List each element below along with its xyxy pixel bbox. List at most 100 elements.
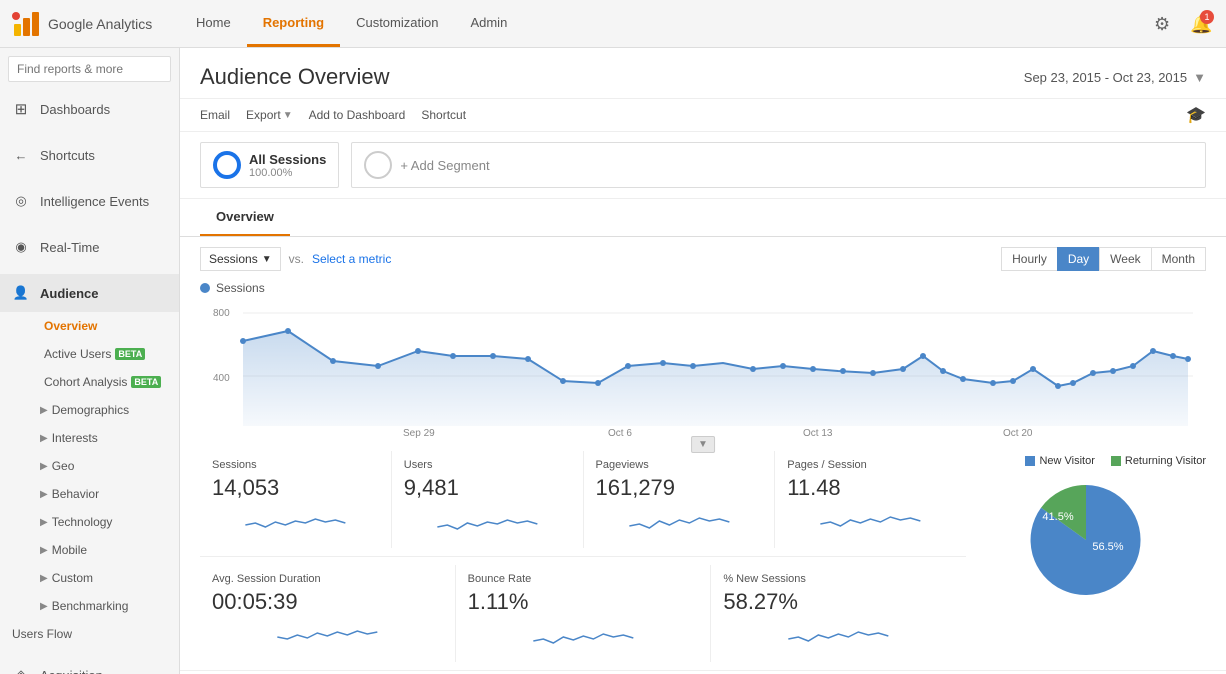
sidebar-subitem-geo[interactable]: ▶ Geo bbox=[0, 452, 179, 480]
acquisition-label: Acquisition bbox=[40, 668, 103, 674]
sidebar-subitem-benchmarking[interactable]: ▶ Benchmarking bbox=[0, 592, 179, 620]
segments-row: All Sessions 100.00% + Add Segment bbox=[180, 132, 1226, 199]
pie-legend: New Visitor Returning Visitor bbox=[1025, 455, 1206, 467]
date-range-picker[interactable]: Sep 23, 2015 - Oct 23, 2015 ▼ bbox=[1024, 70, 1206, 85]
sidebar-subitem-demographics[interactable]: ▶ Demographics bbox=[0, 396, 179, 424]
sidebar: ⊞ Dashboards ← Shortcuts ◎ Intelligence … bbox=[0, 48, 180, 674]
metrics-row-1: Sessions 14,053 Users 9,481 bbox=[200, 451, 966, 557]
active-users-beta-badge: BETA bbox=[115, 348, 145, 360]
benchmarking-label: Benchmarking bbox=[52, 599, 129, 613]
time-week[interactable]: Week bbox=[1099, 247, 1151, 271]
chart-expand-button[interactable]: ▼ bbox=[691, 436, 715, 453]
sidebar-subitem-cohort[interactable]: Cohort Analysis BETA bbox=[0, 368, 179, 396]
ga-logo-icon bbox=[12, 10, 40, 38]
avg-duration-value: 00:05:39 bbox=[212, 589, 443, 615]
sidebar-subitem-active-users[interactable]: Active Users BETA bbox=[0, 340, 179, 368]
geo-label: Geo bbox=[52, 459, 75, 473]
metrics-pie-row: Sessions 14,053 Users 9,481 bbox=[180, 451, 1226, 670]
sidebar-item-acquisition[interactable]: ◈ Acquisition bbox=[0, 656, 179, 674]
shortcuts-label: Shortcuts bbox=[40, 148, 95, 163]
mobile-label: Mobile bbox=[52, 543, 87, 557]
cohort-beta-badge: BETA bbox=[131, 376, 161, 388]
segment-circle bbox=[213, 151, 241, 179]
select-metric-link[interactable]: Select a metric bbox=[312, 252, 391, 266]
all-sessions-segment[interactable]: All Sessions 100.00% bbox=[200, 142, 339, 188]
add-dashboard-button[interactable]: Add to Dashboard bbox=[309, 108, 406, 122]
email-button[interactable]: Email bbox=[200, 108, 230, 122]
bounce-rate-sparkline bbox=[468, 621, 699, 651]
sessions-chart: 800 400 Sep 29 Oct 6 Oct 13 Oct 20 bbox=[200, 301, 1206, 441]
printer-icon[interactable]: 🎓 bbox=[1186, 105, 1206, 125]
metric-dropdown[interactable]: Sessions ▼ bbox=[200, 247, 281, 271]
time-hourly[interactable]: Hourly bbox=[1001, 247, 1058, 271]
sidebar-subitem-mobile[interactable]: ▶ Mobile bbox=[0, 536, 179, 564]
sidebar-subitem-interests[interactable]: ▶ Interests bbox=[0, 424, 179, 452]
sidebar-item-dashboards[interactable]: ⊞ Dashboards bbox=[0, 90, 179, 128]
sidebar-subitem-overview[interactable]: Overview bbox=[0, 312, 179, 340]
sidebar-item-shortcuts[interactable]: ← Shortcuts bbox=[0, 136, 179, 174]
sidebar-item-audience[interactable]: 👤 Audience bbox=[0, 274, 179, 312]
time-day[interactable]: Day bbox=[1057, 247, 1100, 271]
metric-pageviews: Pageviews 161,279 bbox=[584, 451, 776, 548]
tab-overview[interactable]: Overview bbox=[200, 199, 290, 236]
notifications-icon[interactable]: 🔔 1 bbox=[1190, 14, 1210, 34]
nav-home[interactable]: Home bbox=[180, 0, 247, 47]
metric-bounce-rate: Bounce Rate 1.11% bbox=[456, 565, 712, 662]
shortcut-button[interactable]: Shortcut bbox=[421, 108, 466, 122]
users-value: 9,481 bbox=[404, 475, 571, 501]
custom-label: Custom bbox=[52, 571, 93, 585]
export-arrow: ▼ bbox=[283, 110, 293, 121]
active-users-label: Active Users bbox=[44, 347, 111, 361]
add-segment-label: + Add Segment bbox=[400, 158, 489, 173]
benchmarking-triangle: ▶ bbox=[40, 601, 48, 612]
report-toolbar: Email Export ▼ Add to Dashboard Shortcut… bbox=[180, 99, 1226, 132]
svg-text:Oct 13: Oct 13 bbox=[803, 428, 833, 439]
sidebar-item-realtime[interactable]: ◉ Real-Time bbox=[0, 228, 179, 266]
sidebar-subitem-custom[interactable]: ▶ Custom bbox=[0, 564, 179, 592]
sessions-sparkline bbox=[212, 507, 379, 537]
time-buttons: Hourly Day Week Month bbox=[1002, 247, 1206, 271]
chart-svg-container: 800 400 Sep 29 Oct 6 Oct 13 Oct 20 bbox=[200, 301, 1206, 441]
overview-label: Overview bbox=[44, 319, 97, 333]
svg-text:800: 800 bbox=[213, 308, 230, 319]
sidebar-search-area bbox=[0, 48, 179, 90]
export-button[interactable]: Export bbox=[246, 108, 281, 122]
report-header: Audience Overview Sep 23, 2015 - Oct 23,… bbox=[180, 48, 1226, 99]
chart-legend: Sessions bbox=[200, 281, 1206, 301]
dashboards-label: Dashboards bbox=[40, 102, 110, 117]
logo-text: Google Analytics bbox=[48, 16, 152, 32]
svg-text:Sep 29: Sep 29 bbox=[403, 428, 435, 439]
acquisition-icon: ◈ bbox=[12, 666, 30, 674]
nav-admin[interactable]: Admin bbox=[454, 0, 523, 47]
metric-sessions: Sessions 14,053 bbox=[200, 451, 392, 548]
sidebar-item-intelligence[interactable]: ◎ Intelligence Events bbox=[0, 182, 179, 220]
top-nav: Google Analytics Home Reporting Customiz… bbox=[0, 0, 1226, 48]
behavior-triangle: ▶ bbox=[40, 489, 48, 500]
date-range-text: Sep 23, 2015 - Oct 23, 2015 bbox=[1024, 70, 1187, 85]
nav-reporting[interactable]: Reporting bbox=[247, 0, 340, 47]
time-month[interactable]: Month bbox=[1151, 247, 1206, 271]
metric-new-sessions: % New Sessions 58.27% bbox=[711, 565, 966, 662]
sidebar-subitem-technology[interactable]: ▶ Technology bbox=[0, 508, 179, 536]
realtime-icon: ◉ bbox=[12, 238, 30, 256]
sidebar-subitem-behavior[interactable]: ▶ Behavior bbox=[0, 480, 179, 508]
audience-icon: 👤 bbox=[12, 284, 30, 302]
nav-customization[interactable]: Customization bbox=[340, 0, 454, 47]
intelligence-label: Intelligence Events bbox=[40, 194, 149, 209]
sidebar-subitem-users-flow[interactable]: Users Flow bbox=[0, 620, 179, 648]
settings-icon[interactable]: ⚙ bbox=[1154, 14, 1174, 34]
sessions-label: Sessions bbox=[212, 459, 379, 471]
metrics-row-2: Avg. Session Duration 00:05:39 Bounce Ra… bbox=[200, 565, 966, 662]
pageviews-label: Pageviews bbox=[596, 459, 763, 471]
segment-name: All Sessions bbox=[249, 152, 326, 167]
returning-visitor-label: Returning Visitor bbox=[1125, 455, 1206, 467]
returning-visitor-legend: Returning Visitor bbox=[1111, 455, 1206, 467]
export-dropdown[interactable]: Export ▼ bbox=[246, 108, 293, 122]
vs-text: vs. bbox=[289, 252, 304, 266]
svg-text:400: 400 bbox=[213, 373, 230, 384]
search-input[interactable] bbox=[8, 56, 171, 82]
demographics-triangle: ▶ bbox=[40, 405, 48, 416]
metric-avg-duration: Avg. Session Duration 00:05:39 bbox=[200, 565, 456, 662]
add-segment-button[interactable]: + Add Segment bbox=[351, 142, 1206, 188]
technology-triangle: ▶ bbox=[40, 517, 48, 528]
